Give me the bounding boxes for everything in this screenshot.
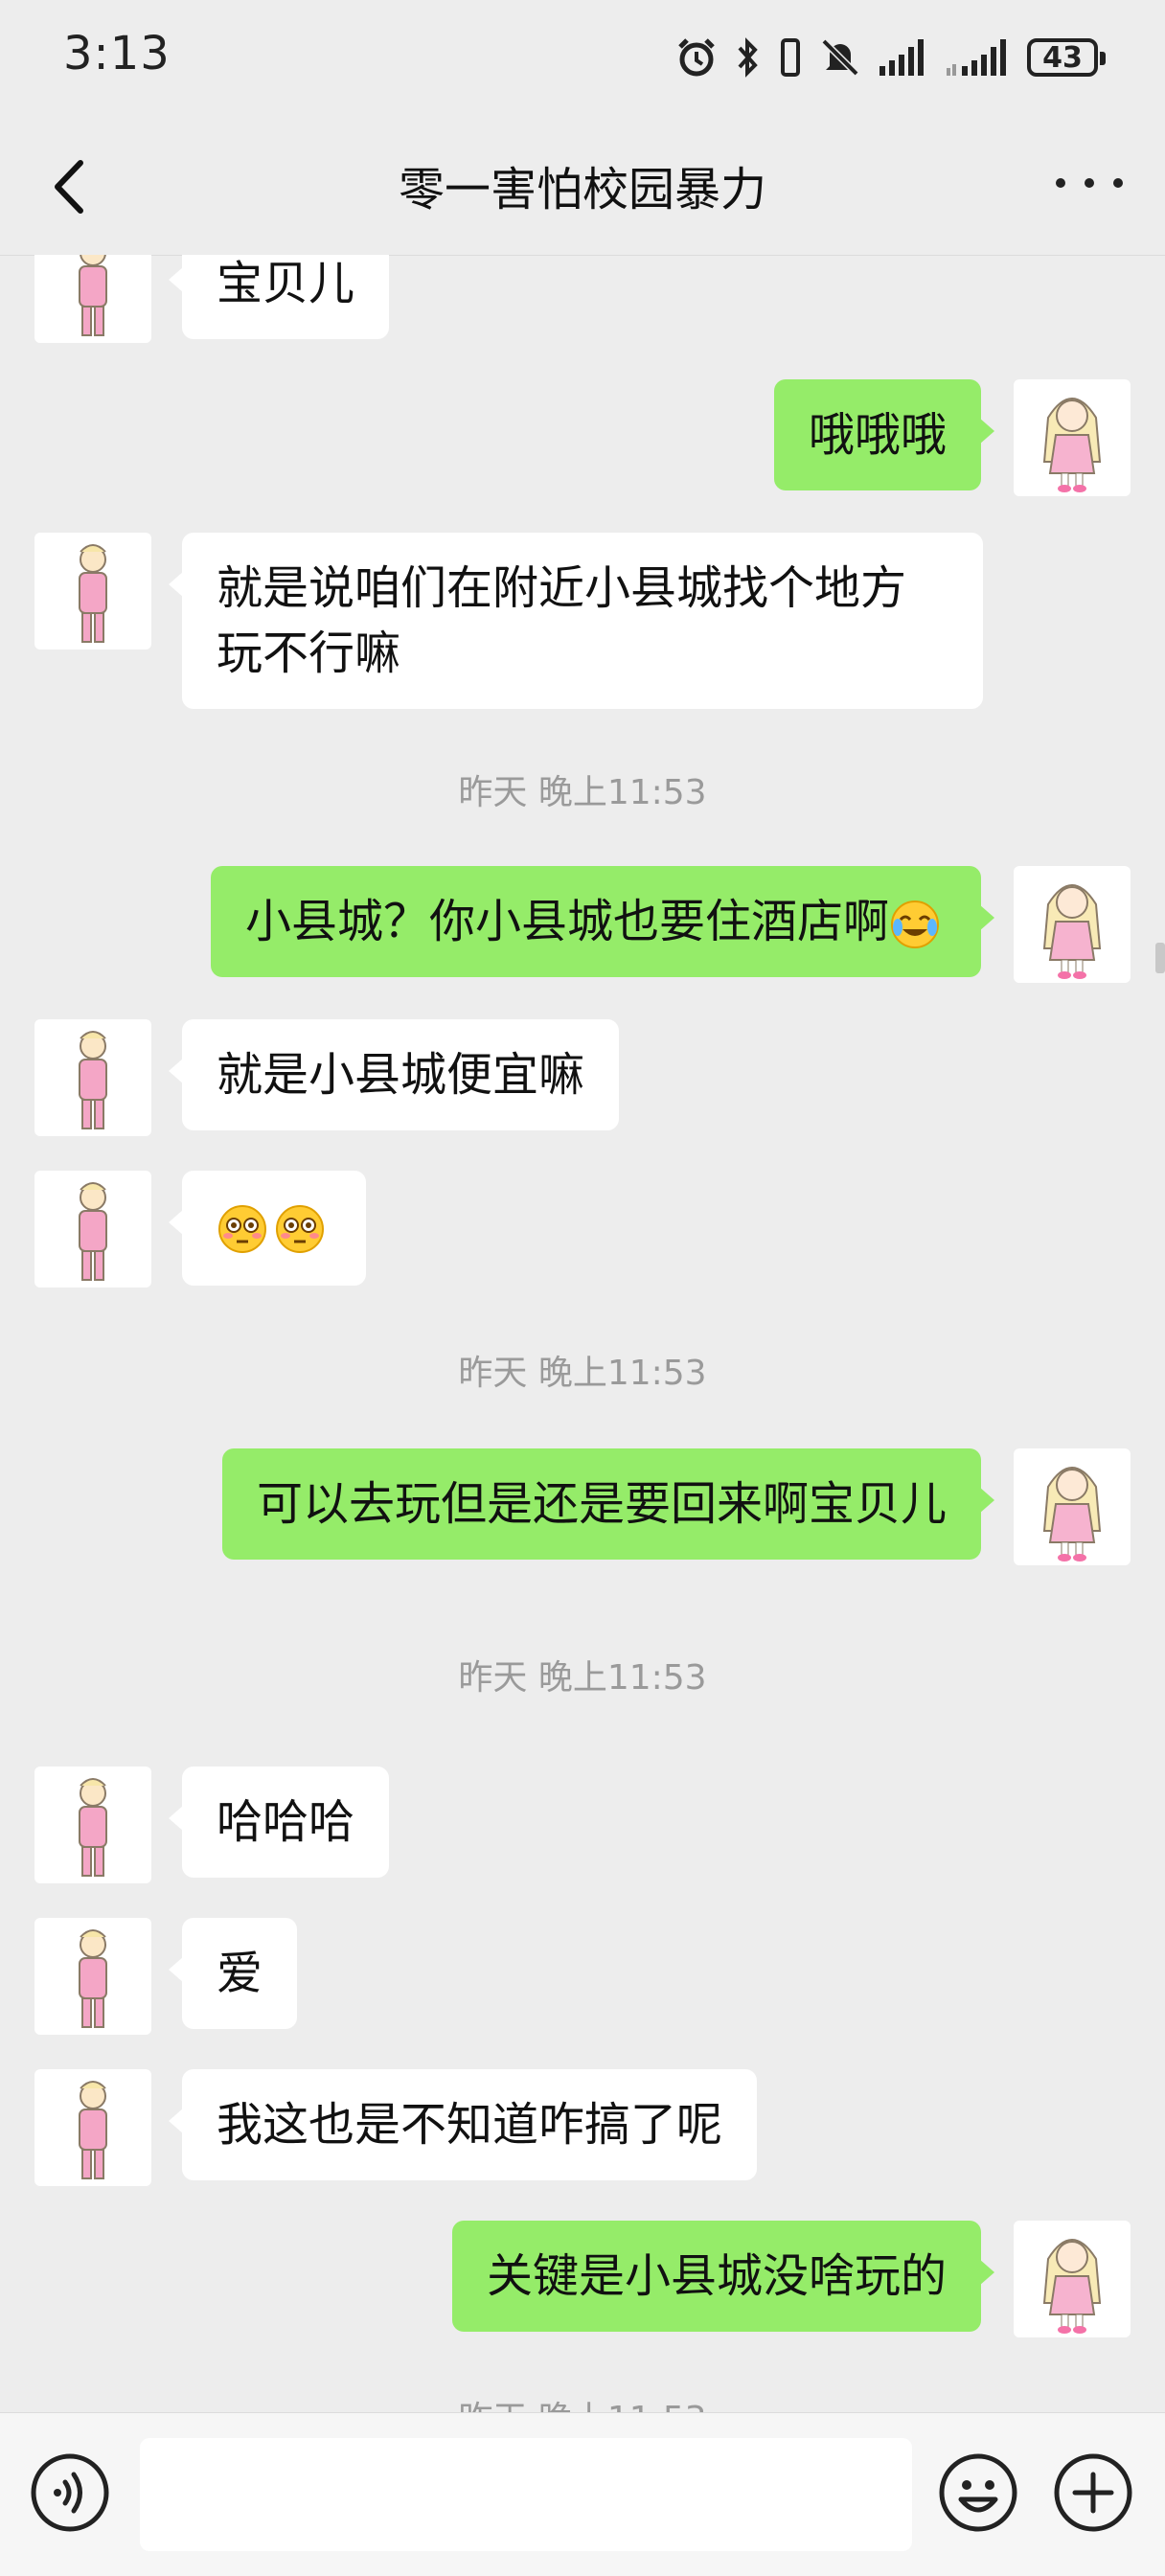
chat-header: 零一害怕校园暴力: [0, 115, 1165, 256]
my-avatar[interactable]: [1014, 1448, 1131, 1565]
signal-icon: [947, 39, 1006, 76]
mute-icon: [821, 38, 859, 77]
message-bubble-incoming[interactable]: 就是小县城便宜嘛: [168, 1019, 620, 1130]
message-bubble-incoming[interactable]: 就是说咱们在附近小县城找个地方玩不行嘛: [169, 533, 983, 709]
laughing-crying-emoji: [891, 900, 939, 948]
avatar-figure: [79, 255, 107, 336]
more-button[interactable]: [1056, 169, 1123, 197]
flushed-face-emoji: [276, 1205, 324, 1253]
status-time: 3:13: [63, 27, 171, 80]
contact-avatar[interactable]: [34, 1918, 151, 2035]
alarm-icon: [678, 38, 715, 77]
contact-avatar[interactable]: [34, 1767, 151, 1883]
more-dots-icon: [1085, 178, 1094, 188]
more-functions-button[interactable]: [1052, 2451, 1134, 2534]
message-timestamp: 昨天 晚上11:53: [458, 773, 707, 812]
contact-avatar[interactable]: [34, 533, 151, 650]
plus-circle-icon: [1054, 2453, 1132, 2532]
my-avatar[interactable]: [1014, 866, 1131, 983]
flushed-face-emoji: [218, 1205, 266, 1253]
status-bar: 3:13 43: [0, 0, 1165, 115]
bluetooth-icon: [738, 37, 758, 78]
message-timestamp: 昨天 晚上11:53: [458, 1354, 707, 1393]
signal-icon: [879, 39, 924, 76]
contact-avatar[interactable]: [34, 1019, 151, 1136]
chat-title: 零一害怕校园暴力: [398, 163, 766, 217]
message-timestamp: 昨天 晚上11:53: [0, 2391, 1165, 2412]
voice-icon: [31, 2453, 109, 2532]
smiley-icon: [939, 2453, 1017, 2532]
message-bubble-outgoing[interactable]: 哦哦哦: [773, 379, 995, 490]
my-avatar[interactable]: [1014, 379, 1131, 496]
input-bar: [0, 2412, 1165, 2576]
my-avatar[interactable]: [1014, 2221, 1131, 2337]
vibrate-icon: [781, 38, 800, 77]
message-bubble-outgoing[interactable]: 小县城？你小县城也要住酒店啊: [210, 866, 995, 977]
message-bubble-incoming[interactable]: 爱: [168, 1918, 298, 2029]
message-list[interactable]: 宝贝儿 哦哦哦 就是说咱们在附近小县城找个地方玩不行嘛 昨天 晚上11:53 小…: [0, 255, 1165, 2412]
status-icons: 43: [674, 33, 1106, 82]
more-dots-icon: [1113, 178, 1123, 188]
battery-indicator: 43: [1027, 38, 1106, 77]
voice-button[interactable]: [29, 2451, 111, 2534]
scrollbar-thumb[interactable]: [1155, 943, 1165, 973]
message-bubble-incoming[interactable]: [169, 1171, 366, 1286]
message-bubble-outgoing[interactable]: 关键是小县城没啥玩的: [451, 2221, 995, 2332]
message-bubble-outgoing[interactable]: 可以去玩但是还是要回来啊宝贝儿: [221, 1448, 995, 1560]
contact-avatar[interactable]: [34, 2069, 151, 2186]
contact-avatar[interactable]: [34, 255, 151, 343]
message-timestamp: 昨天 晚上11:53: [458, 1658, 707, 1698]
more-dots-icon: [1056, 178, 1065, 188]
contact-avatar[interactable]: [34, 1171, 151, 1288]
message-input[interactable]: [140, 2438, 912, 2551]
message-bubble-incoming[interactable]: 我这也是不知道咋搞了呢: [168, 2069, 758, 2180]
message-bubble-incoming[interactable]: 哈哈哈: [168, 1767, 390, 1878]
emoji-button[interactable]: [937, 2451, 1019, 2534]
message-bubble-incoming[interactable]: 宝贝儿: [168, 255, 390, 339]
